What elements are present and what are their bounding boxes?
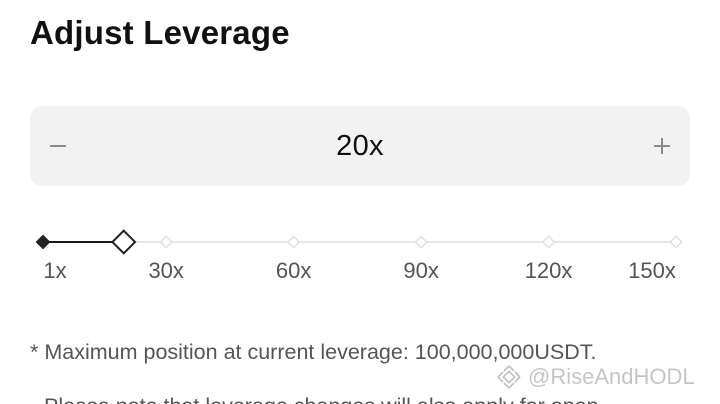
leverage-value[interactable]: 20x <box>336 130 384 163</box>
slider-tick-label[interactable]: 60x <box>276 258 311 284</box>
slider-thumb[interactable] <box>110 229 137 255</box>
slider-tick-label[interactable]: 30x <box>148 258 183 284</box>
slider-tick-label[interactable]: 1x <box>43 258 66 284</box>
slider-tick-label[interactable]: 90x <box>403 258 438 284</box>
leverage-change-note: Please note that leverage changes will a… <box>44 394 599 404</box>
slider-tick-marker[interactable] <box>35 234 51 250</box>
binance-logo-icon <box>497 365 521 389</box>
slider-tick-labels: 1x 30x 60x 90x 120x 150x <box>30 258 690 286</box>
minus-icon <box>50 145 66 147</box>
slider-track-svg[interactable] <box>30 222 690 262</box>
slider-tick-marker[interactable] <box>286 235 301 249</box>
watermark: @RiseAndHODL <box>496 364 695 390</box>
page-title: Adjust Leverage <box>30 14 290 51</box>
leverage-slider[interactable] <box>30 222 690 262</box>
adjust-leverage-panel: Adjust Leverage 20x 1x 30x 60x 90x 120x 150x … <box>0 0 720 404</box>
slider-tick-marker[interactable] <box>541 235 556 249</box>
slider-tick-marker[interactable] <box>414 235 428 249</box>
slider-tick-marker[interactable] <box>159 235 173 249</box>
slider-tick-marker[interactable] <box>669 235 683 249</box>
leverage-stepper: 20x <box>30 106 690 186</box>
plus-icon <box>653 138 670 154</box>
slider-tick-label[interactable]: 150x <box>628 258 676 284</box>
watermark-text: @RiseAndHODL <box>528 364 695 389</box>
slider-tick-label[interactable]: 120x <box>525 258 573 284</box>
decrement-button[interactable] <box>30 106 86 186</box>
increment-button[interactable] <box>634 106 690 186</box>
max-position-note: * Maximum position at current leverage: … <box>30 340 597 364</box>
